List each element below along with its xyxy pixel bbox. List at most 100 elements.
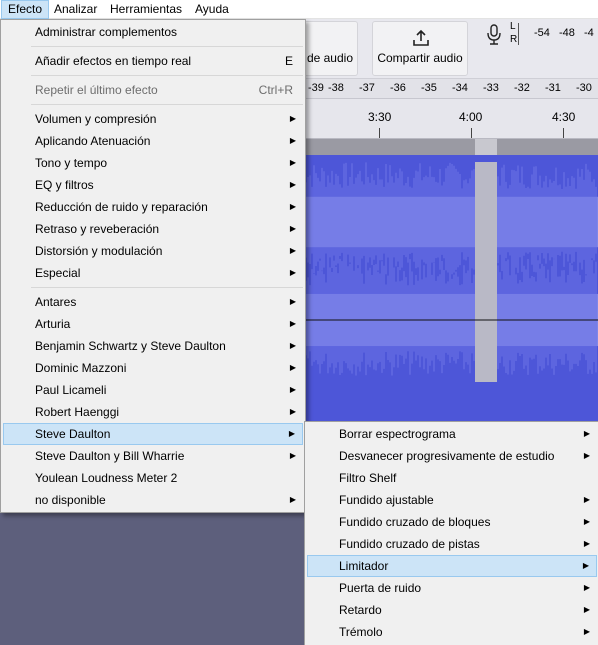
menu-item-youlean-loudness-meter[interactable]: Youlean Loudness Meter 2 xyxy=(3,467,303,489)
menu-item-robert-haenggi[interactable]: Robert Haenggi ▶ xyxy=(3,401,303,423)
menu-item-retraso-reveberacion[interactable]: Retraso y reveberación ▶ xyxy=(3,218,303,240)
meter-scale-tick: -34 xyxy=(452,82,468,94)
submenu-item-borrar-espectrograma[interactable]: Borrar espectrograma ▶ xyxy=(307,423,597,445)
menu-item-reduccion-ruido[interactable]: Reducción de ruido y reparación ▶ xyxy=(3,196,303,218)
menu-ayuda[interactable]: Ayuda xyxy=(189,0,235,19)
menu-analizar[interactable]: Analizar xyxy=(48,0,103,19)
share-audio-label: Compartir audio xyxy=(377,51,463,65)
menu-separator xyxy=(31,46,303,47)
submenu-arrow-icon: ▶ xyxy=(288,429,295,438)
meter-bar xyxy=(518,23,519,45)
menu-item-tono-tempo[interactable]: Tono y tempo ▶ xyxy=(3,152,303,174)
submenu-arrow-icon: ▶ xyxy=(289,451,296,460)
submenu-item-fundido-ajustable[interactable]: Fundido ajustable ▶ xyxy=(307,489,597,511)
submenu-item-filtro-shelf[interactable]: Filtro Shelf xyxy=(307,467,597,489)
submenu-arrow-icon: ▶ xyxy=(289,246,296,255)
meter-tick-54: -54 xyxy=(534,27,550,39)
submenu-item-limitador[interactable]: Limitador ▶ xyxy=(307,555,597,577)
steve-daulton-submenu: Borrar espectrograma ▶ Desvanecer progres… xyxy=(304,421,598,645)
submenu-arrow-icon: ▶ xyxy=(289,407,296,416)
record-meter[interactable]: L R -54 -48 -4 xyxy=(480,21,598,49)
menu-item-steve-daulton-bill-wharrie[interactable]: Steve Daulton y Bill Wharrie ▶ xyxy=(3,445,303,467)
timeline-label: 3:30 xyxy=(368,110,392,124)
menu-item-label: Steve Daulton xyxy=(35,427,111,441)
submenu-item-retardo[interactable]: Retardo ▶ xyxy=(307,599,597,621)
menu-efecto[interactable]: Efecto xyxy=(1,0,50,19)
menu-item-label: Retardo xyxy=(339,603,382,617)
meter-scale-tick: -39 xyxy=(308,82,324,94)
menu-item-volumen-compresion[interactable]: Volumen y compresión ▶ xyxy=(3,108,303,130)
submenu-item-tremolo[interactable]: Trémolo ▶ xyxy=(307,621,597,643)
meter-tick-4: -4 xyxy=(584,27,594,39)
meter-scale-tick: -35 xyxy=(421,82,437,94)
submenu-arrow-icon: ▶ xyxy=(289,385,296,394)
menu-herramientas[interactable]: Herramientas xyxy=(104,0,188,19)
audio-setup-button[interactable]: de audio xyxy=(300,21,358,76)
meter-scale-tick: -32 xyxy=(514,82,530,94)
menu-item-label: Arturia xyxy=(35,317,71,331)
submenu-arrow-icon: ▶ xyxy=(289,268,296,277)
submenu-item-desvanecer-estudio[interactable]: Desvanecer progresivamente de estudio ▶ xyxy=(307,445,597,467)
menu-separator xyxy=(31,104,303,105)
menu-item-administrar-complementos[interactable]: Administrar complementos xyxy=(3,21,303,43)
effect-menu: Administrar complementos Añadir efectos … xyxy=(0,19,306,513)
menu-item-benjamin-schwartz[interactable]: Benjamin Schwartz y Steve Daulton ▶ xyxy=(3,335,303,357)
clip-title-bar[interactable] xyxy=(300,139,598,155)
share-audio-button[interactable]: Compartir audio xyxy=(372,21,468,76)
submenu-arrow-icon: ▶ xyxy=(289,158,296,167)
timeline-tick xyxy=(379,128,380,138)
menu-item-label: Volumen y compresión xyxy=(35,112,157,126)
submenu-item-fundido-pistas[interactable]: Fundido cruzado de pistas ▶ xyxy=(307,533,597,555)
meter-scale-tick: -30 xyxy=(576,82,592,94)
menu-item-antares[interactable]: Antares ▶ xyxy=(3,291,303,313)
track-background xyxy=(0,513,306,645)
menu-item-distorsion-modulacion[interactable]: Distorsión y modulación ▶ xyxy=(3,240,303,262)
submenu-arrow-icon: ▶ xyxy=(583,627,590,636)
microphone-icon xyxy=(487,24,501,45)
timeline-ruler[interactable]: 3:30 4:00 4:30 xyxy=(300,99,598,139)
submenu-arrow-icon: ▶ xyxy=(289,297,296,306)
submenu-arrow-icon: ▶ xyxy=(289,202,296,211)
meter-tick-48: -48 xyxy=(559,27,575,39)
menu-item-label: Antares xyxy=(35,295,77,309)
menu-item-label: Fundido cruzado de bloques xyxy=(339,515,491,529)
submenu-arrow-icon: ▶ xyxy=(289,363,296,372)
submenu-arrow-icon: ▶ xyxy=(289,114,296,123)
waveform-rms-band xyxy=(300,196,598,248)
menu-item-label: Reducción de ruido y reparación xyxy=(35,200,208,214)
menu-item-label: Aplicando Atenuación xyxy=(35,134,151,148)
menu-item-especial[interactable]: Especial ▶ xyxy=(3,262,303,284)
menu-item-aplicando-atenuacion[interactable]: Aplicando Atenuación ▶ xyxy=(3,130,303,152)
menu-item-paul-licameli[interactable]: Paul Licameli ▶ xyxy=(3,379,303,401)
menu-item-label: Borrar espectrograma xyxy=(339,427,456,441)
submenu-arrow-icon: ▶ xyxy=(583,495,590,504)
menu-item-anadir-efectos[interactable]: Añadir efectos en tiempo real E xyxy=(3,50,303,72)
submenu-arrow-icon: ▶ xyxy=(289,341,296,350)
meter-scale-tick: -31 xyxy=(545,82,561,94)
selection-marker xyxy=(475,139,497,155)
menu-item-steve-daulton[interactable]: Steve Daulton ▶ xyxy=(3,423,303,445)
menu-item-arturia[interactable]: Arturia ▶ xyxy=(3,313,303,335)
submenu-item-fundido-bloques[interactable]: Fundido cruzado de bloques ▶ xyxy=(307,511,597,533)
menu-item-label: Robert Haenggi xyxy=(35,405,120,419)
submenu-arrow-icon: ▶ xyxy=(289,136,296,145)
waveform-graphic xyxy=(300,162,598,382)
menu-item-label: Distorsión y modulación xyxy=(35,244,163,258)
menu-item-eq-filtros[interactable]: EQ y filtros ▶ xyxy=(3,174,303,196)
menu-item-repetir-efecto[interactable]: Repetir el último efecto Ctrl+R xyxy=(3,79,303,101)
menu-separator xyxy=(31,287,303,288)
meter-scale-tick: -37 xyxy=(359,82,375,94)
menu-item-label: Steve Daulton y Bill Wharrie xyxy=(35,449,185,463)
timeline-tick xyxy=(563,128,564,138)
menu-item-dominic-mazzoni[interactable]: Dominic Mazzoni ▶ xyxy=(3,357,303,379)
menu-item-label: Desvanecer progresivamente de estudio xyxy=(339,449,555,463)
menu-separator xyxy=(31,75,303,76)
menu-item-label: Tono y tempo xyxy=(35,156,108,170)
submenu-item-puerta-ruido[interactable]: Puerta de ruido ▶ xyxy=(307,577,597,599)
meter-left-label: L xyxy=(510,21,516,32)
menu-item-label: Fundido ajustable xyxy=(339,493,434,507)
waveform[interactable] xyxy=(300,155,598,423)
menu-item-no-disponible[interactable]: no disponible ▶ xyxy=(3,489,303,511)
timeline-label: 4:00 xyxy=(459,110,483,124)
audio-setup-label: de audio xyxy=(306,51,353,65)
